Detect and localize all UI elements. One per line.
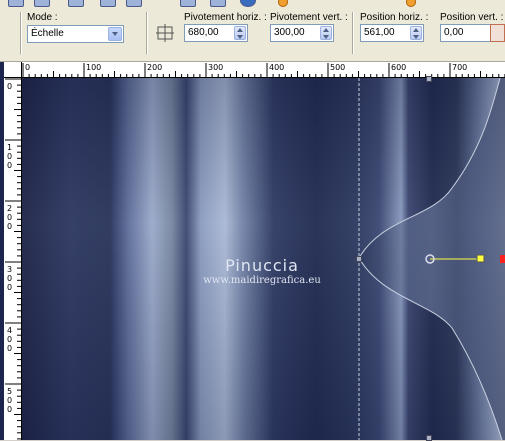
ruler-label: 0 [7,213,12,222]
ruler-label: 200 [147,63,162,72]
ruler-label: 0 [7,152,12,161]
ruler-label: 5 [7,387,12,396]
ruler-label: 100 [86,63,101,72]
position-vertical-value: 0,00 [444,27,464,38]
pivot-vertical-label: Pivotement vert. : [270,12,348,23]
pivot-vertical-field[interactable]: 300,00 [270,24,334,42]
ruler-label: 0 [25,63,30,72]
mode-select-value: Échelle [31,28,64,39]
undo-icon[interactable] [100,0,116,7]
separator [352,12,354,54]
ruler-label: 600 [391,63,406,72]
ruler-label: 700 [452,63,467,72]
pivot-horizontal-value: 680,00 [188,27,219,38]
vertical-ruler-ticks: 0100200300400500 [5,78,21,440]
separator [146,12,148,54]
ruler-label: 3 [7,265,12,274]
position-horizontal-value: 561,00 [364,27,395,38]
chevron-down-icon[interactable] [108,27,122,41]
ruler-label: 0 [7,161,12,170]
watermark-url: www.maidiregrafica.eu [203,275,321,286]
position-horizontal-field[interactable]: 561,00 [360,24,424,42]
vertical-ruler: 0100200300400500 [4,78,22,440]
ruler-label: 500 [330,63,345,72]
help-icon[interactable] [240,0,256,7]
ruler-label: 4 [7,326,12,335]
left-middle-handle[interactable] [356,256,362,262]
spinner-icon[interactable] [320,26,332,40]
watermark: Pinuccia www.maidiregrafica.eu [192,256,332,286]
spinner-icon[interactable] [234,26,246,40]
ruler-label: 300 [208,63,223,72]
ruler-corner [4,62,22,78]
rotation-handle[interactable] [476,254,485,263]
pivot-icon[interactable] [156,24,176,42]
paint-icon[interactable] [68,0,84,7]
ruler-label: 0 [7,335,12,344]
ruler-label: 1 [7,143,12,152]
top-toolbar-icons [0,0,505,8]
pivot-horizontal-label: Pivotement horiz. : [184,12,267,23]
ruler-label: 2 [7,204,12,213]
ruler-label: 0 [7,222,12,231]
side-node[interactable] [500,255,505,263]
ruler-label: 0 [7,344,12,353]
mode-label: Mode : [27,12,58,23]
paste-icon[interactable] [210,0,226,7]
next-field-clipped [490,24,505,42]
tool-options-bar: Mode : Échelle Pivotement horiz. : 680,0… [0,0,505,62]
position-horizontal-label: Position horiz. : [360,12,429,23]
image-canvas[interactable]: Pinuccia www.maidiregrafica.eu [22,76,505,441]
save-icon[interactable] [8,0,24,7]
copy-icon[interactable] [180,0,196,7]
pivot-horizontal-field[interactable]: 680,00 [184,24,248,42]
separator [20,12,22,54]
pick-tool-icon[interactable] [406,0,416,7]
horizontal-ruler: 0 100 200 300 400 500 600 700 [22,62,505,78]
ruler-label: 400 [269,63,284,72]
ruler-label: 0 [7,82,12,91]
bottom-middle-handle[interactable] [426,435,432,441]
ruler-label: 0 [7,405,12,414]
redo-icon[interactable] [126,0,142,7]
tool-icon[interactable] [278,0,288,7]
ruler-label: 0 [7,283,12,292]
mode-select[interactable]: Échelle [27,25,124,43]
watermark-title: Pinuccia [225,256,299,275]
save-as-icon[interactable] [34,0,50,7]
ruler-label: 0 [7,274,12,283]
ruler-label: 0 [7,396,12,405]
pivot-vertical-value: 300,00 [274,27,305,38]
top-middle-handle[interactable] [426,76,432,82]
horizontal-ruler-ticks: 0 100 200 300 400 500 600 700 [22,63,505,77]
position-vertical-label: Position vert. : [440,12,504,23]
spinner-icon[interactable] [410,26,422,40]
